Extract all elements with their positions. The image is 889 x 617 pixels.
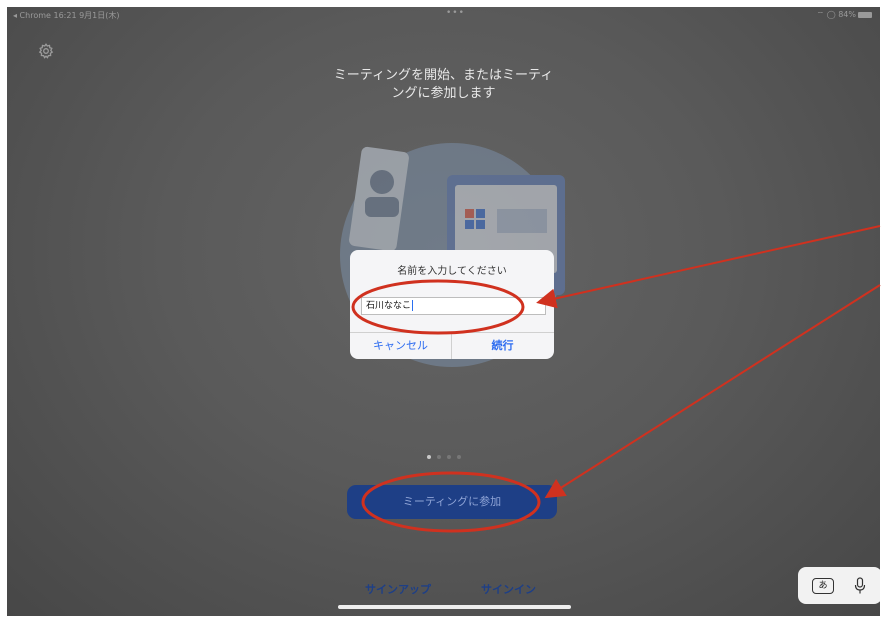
mic-icon[interactable] (854, 577, 866, 595)
name-entry-dialog: 名前を入力してください 石川ななこ キャンセル 続行 (350, 250, 554, 359)
page-dot-4[interactable] (457, 455, 461, 459)
join-meeting-button[interactable]: ミーティングに参加 (347, 485, 557, 519)
page-dot-1[interactable] (427, 455, 431, 459)
gear-icon[interactable] (38, 43, 54, 59)
status-right-text: ⌔ ◯ 84% (816, 10, 856, 19)
page-title: ミーティングを開始、またはミーティ ングに参加します (307, 67, 580, 103)
page-title-line-1: ミーティングを開始、またはミーティ (333, 68, 554, 83)
page-dot-3[interactable] (447, 455, 451, 459)
multitasking-dots[interactable]: ••• (446, 8, 465, 18)
battery-icon (858, 11, 872, 18)
page-dot-2[interactable] (437, 455, 441, 459)
sign-in-link[interactable]: サインイン (481, 581, 536, 597)
sign-up-link[interactable]: サインアップ (365, 581, 431, 597)
page-title-line-2: ングに参加します (391, 86, 496, 101)
home-indicator[interactable] (338, 605, 571, 609)
page-indicator[interactable] (427, 444, 467, 463)
kana-input-key[interactable]: あ (812, 578, 834, 594)
cancel-button[interactable]: キャンセル (350, 332, 451, 359)
app-screen: ◂ Chrome 16:21 9月1日(木) ••• ⌔ ◯ 84% ミーティン… (7, 7, 880, 616)
continue-button[interactable]: 続行 (452, 332, 553, 359)
text-caret (412, 300, 414, 311)
status-indicators: ⌔ ◯ 84% (817, 10, 872, 20)
dialog-title: 名前を入力してください (397, 266, 507, 277)
status-back-to-chrome[interactable]: ◂ Chrome 16:21 9月1日(木) (13, 10, 120, 21)
name-input-value: 石川ななこ (366, 301, 412, 311)
status-bar: ◂ Chrome 16:21 9月1日(木) ••• ⌔ ◯ 84% (7, 7, 880, 21)
keyboard-shortcut-bar: あ (798, 567, 880, 604)
name-input[interactable]: 石川ななこ (361, 297, 546, 315)
